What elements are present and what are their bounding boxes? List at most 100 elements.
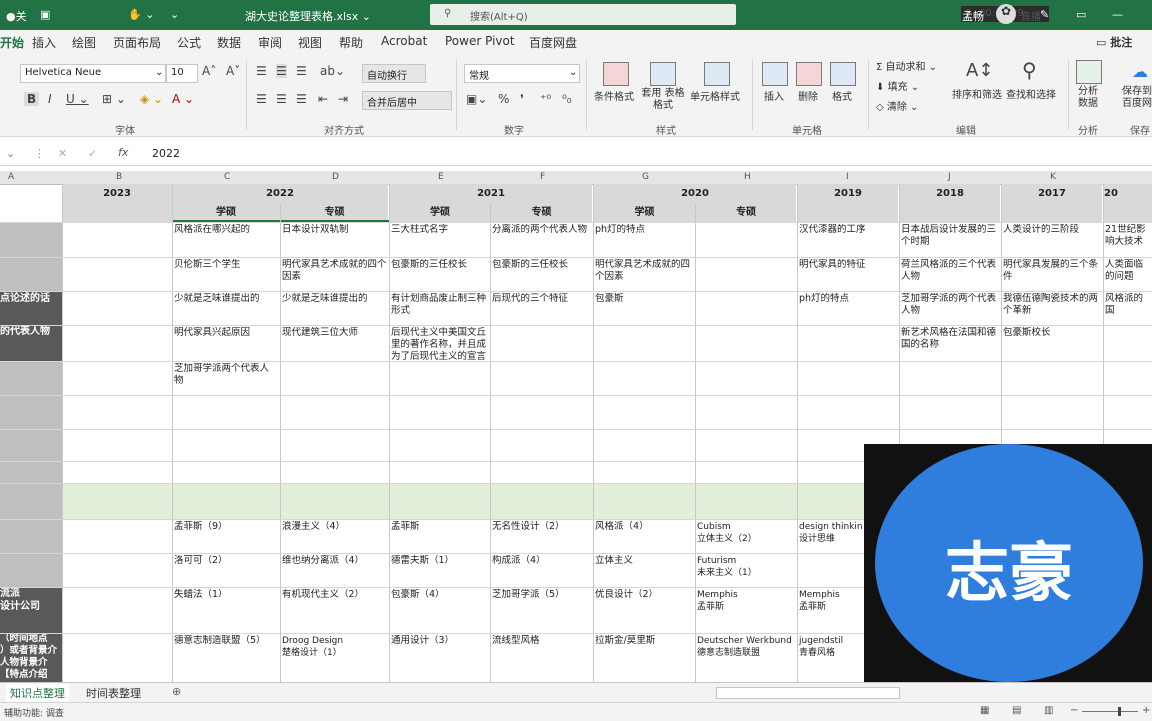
fill-button[interactable]: ⬇ 填充 ⌄: [876, 78, 919, 93]
minimize-icon[interactable]: —: [1112, 8, 1123, 21]
baidu-cloud-icon[interactable]: ☁: [1132, 62, 1148, 81]
table-cell[interactable]: design thinking 设计思维: [799, 521, 863, 551]
table-cell[interactable]: 孟菲斯: [391, 521, 489, 551]
border-icon[interactable]: ⊞ ⌄: [102, 92, 126, 106]
increase-font-icon[interactable]: A˄: [202, 64, 216, 78]
table-cell[interactable]: 构成派（4）: [492, 555, 592, 585]
table-cell[interactable]: 无名性设计（2）: [492, 521, 592, 551]
table-cell[interactable]: 孟菲斯（9）: [174, 521, 278, 551]
table-cell[interactable]: 分离派的两个代表人物: [492, 224, 592, 256]
table-cell[interactable]: 新艺术风格在法国和德国的名称: [901, 327, 1000, 361]
table-cell[interactable]: Droog Design 楚格设计（1）: [282, 635, 388, 680]
table-cell[interactable]: 三大柱式名字: [391, 224, 489, 256]
column-header-h[interactable]: H: [744, 172, 751, 182]
font-name-select[interactable]: Helvetica Neue ⌄: [20, 64, 166, 83]
table-cell[interactable]: Futurism 未来主义（1）: [697, 555, 796, 585]
sub-header[interactable]: 学硕: [594, 204, 695, 222]
table-cell[interactable]: 后现代的三个特征: [492, 293, 592, 325]
accessibility-status[interactable]: 辅助功能: 调查: [4, 706, 64, 719]
user-name[interactable]: 孟畅: [962, 8, 984, 24]
page-layout-view-icon[interactable]: ▤: [1012, 705, 1021, 716]
table-cell[interactable]: 立体主义: [595, 555, 694, 585]
conditional-format-icon[interactable]: [603, 62, 629, 86]
align-top-icon[interactable]: ☰: [256, 64, 267, 78]
table-cell[interactable]: 明代家具艺术成就的四个因素: [595, 259, 694, 291]
tab-draw[interactable]: 绘图: [72, 34, 96, 51]
increase-decimal-icon[interactable]: ⁺⁰: [540, 92, 551, 106]
table-cell[interactable]: 少就是乏味谁提出的: [282, 293, 388, 325]
table-cell[interactable]: 包豪斯的三任校长: [391, 259, 489, 291]
table-cell[interactable]: 德雷夫斯（1）: [391, 555, 489, 585]
column-header-b[interactable]: B: [116, 172, 122, 182]
save-baidu-button[interactable]: 保存到 百度网: [1122, 86, 1152, 110]
table-cell[interactable]: Cubism 立体主义（2）: [697, 521, 796, 551]
horizontal-scrollbar[interactable]: [716, 687, 900, 699]
column-header-a[interactable]: A: [8, 172, 14, 182]
table-cell[interactable]: 少就是乏味谁提出的: [174, 293, 278, 325]
column-header-g[interactable]: G: [642, 172, 649, 182]
table-cell[interactable]: 明代家具发展的三个条件: [1003, 259, 1102, 291]
table-cell[interactable]: 风格派的国: [1105, 293, 1152, 325]
table-format-button[interactable]: 套用 表格格式: [638, 88, 688, 112]
font-color-icon[interactable]: A ⌄: [172, 92, 194, 106]
table-cell[interactable]: 风格派在哪兴起的: [174, 224, 278, 256]
tab-insert[interactable]: 插入: [32, 34, 56, 51]
table-cell[interactable]: 包豪斯（4）: [391, 589, 489, 631]
page-break-view-icon[interactable]: ▥: [1044, 705, 1053, 716]
delete-cells-button[interactable]: 删除: [798, 88, 818, 103]
table-cell[interactable]: 21世纪影响大技术: [1105, 224, 1152, 256]
ribbon-display-icon[interactable]: ▭: [1076, 8, 1086, 21]
align-bottom-icon[interactable]: ☰: [296, 64, 307, 78]
comments-button[interactable]: ▭ 批注: [1096, 34, 1132, 50]
table-cell[interactable]: 我德伍德陶瓷技术的两个革新: [1003, 293, 1102, 325]
wrap-text-button[interactable]: 自动换行: [362, 64, 426, 83]
italic-icon[interactable]: I: [48, 92, 52, 106]
table-cell[interactable]: 包豪斯: [595, 293, 694, 325]
customize-qat-icon[interactable]: ⌄: [170, 8, 179, 21]
column-header-c[interactable]: C: [224, 172, 230, 182]
tab-help[interactable]: 帮助: [339, 34, 363, 51]
table-cell[interactable]: jugendstil 青春风格: [799, 635, 863, 680]
table-cell[interactable]: 芝加哥学派（5）: [492, 589, 592, 631]
table-cell[interactable]: Memphis 孟菲斯: [697, 589, 796, 631]
table-cell[interactable]: 包豪斯校长: [1003, 327, 1102, 361]
table-format-icon[interactable]: [650, 62, 676, 86]
sheet-tab[interactable]: 时间表整理: [86, 685, 141, 701]
tab-power-pivot[interactable]: Power Pivot: [445, 34, 515, 48]
orientation-icon[interactable]: ab⌄: [320, 64, 345, 78]
delete-cells-icon[interactable]: [796, 62, 822, 86]
window-title[interactable]: 湖大史论整理表格.xlsx ⌄: [245, 8, 371, 24]
autosum-button[interactable]: Σ 自动求和 ⌄: [876, 58, 937, 73]
table-cell[interactable]: 明代家具兴起原因: [174, 327, 278, 361]
normal-view-icon[interactable]: ▦: [980, 705, 989, 716]
formula-input[interactable]: 2022: [152, 147, 180, 160]
underline-icon[interactable]: U ⌄: [66, 92, 89, 106]
table-cell[interactable]: 现代建筑三位大师: [282, 327, 388, 361]
sheet-tab-active[interactable]: 知识点整理: [6, 684, 69, 704]
table-cell[interactable]: 芝加哥学派两个代表人物: [174, 363, 278, 393]
sub-header[interactable]: 学硕: [390, 204, 490, 222]
pen-icon[interactable]: ✎: [1040, 8, 1049, 21]
table-cell[interactable]: 拉斯金/莫里斯: [595, 635, 694, 680]
zoom-slider-thumb[interactable]: [1118, 707, 1121, 716]
sub-header[interactable]: 专硕: [696, 204, 796, 222]
table-cell[interactable]: 包豪斯的三任校长: [492, 259, 592, 291]
table-cell[interactable]: 洛可可（2）: [174, 555, 278, 585]
row-label[interactable]: 流派 设计公司: [0, 587, 62, 633]
column-header-f[interactable]: F: [540, 172, 545, 182]
conditional-format-button[interactable]: 条件格式: [594, 88, 634, 103]
row-label[interactable]: 的代表人物: [0, 325, 62, 361]
year-header[interactable]: 2019: [798, 184, 898, 222]
zoom-out-icon[interactable]: −: [1070, 705, 1078, 716]
align-left-icon[interactable]: ☰: [256, 92, 267, 106]
table-cell[interactable]: 浪漫主义（4）: [282, 521, 388, 551]
year-header[interactable]: 2022: [172, 184, 388, 204]
bold-icon[interactable]: B: [24, 92, 40, 106]
font-size-select[interactable]: 10: [166, 64, 198, 83]
sort-filter-button[interactable]: 排序和筛选: [952, 86, 1002, 101]
number-format-select[interactable]: 常规 ⌄: [464, 64, 580, 83]
zoom-in-icon[interactable]: +: [1142, 705, 1150, 716]
tab-home[interactable]: 开始: [0, 34, 24, 51]
table-cell[interactable]: 后现代主义中美国文丘里的著作名称，并且成为了后现代主义的宣言: [391, 327, 489, 365]
table-cell[interactable]: 优良设计（2）: [595, 589, 694, 631]
